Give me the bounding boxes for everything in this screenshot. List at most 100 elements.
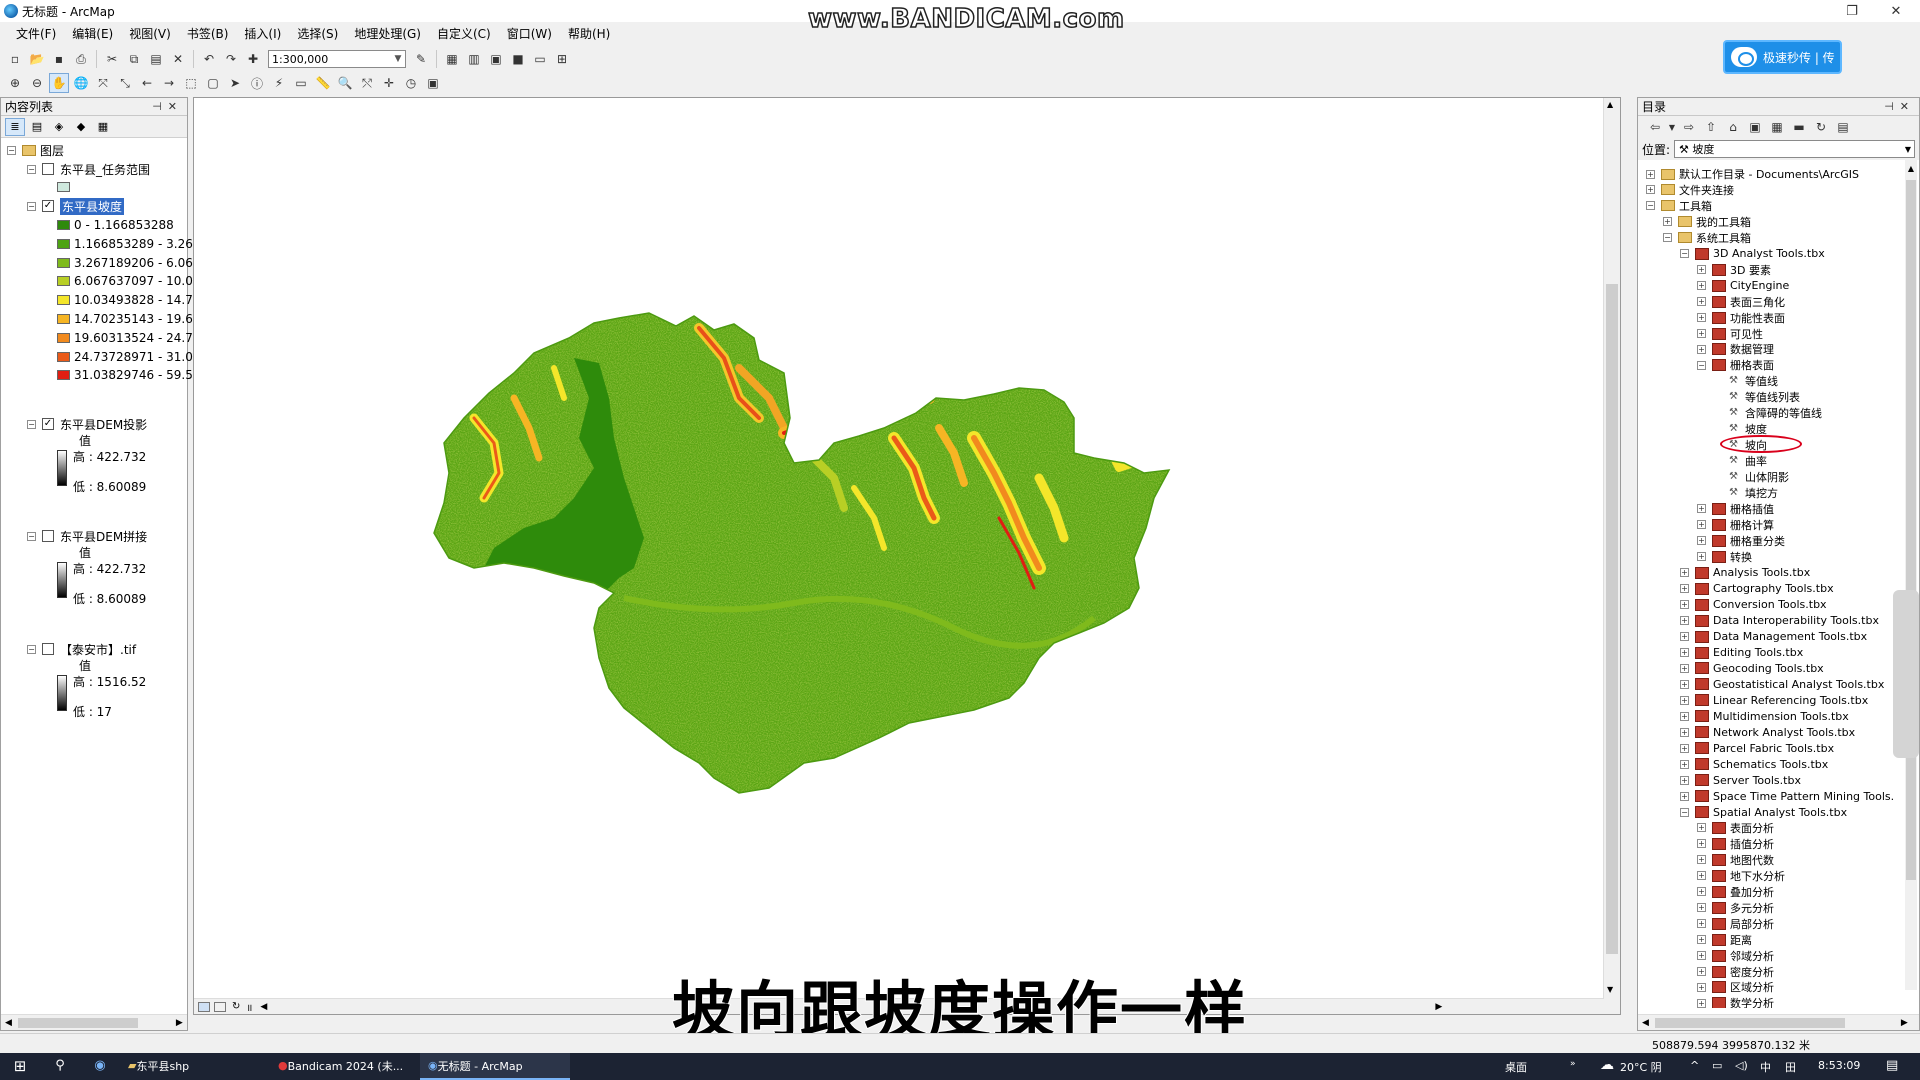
catalog-horizontal-scrollbar[interactable]: ◀ ▶ <box>1638 1014 1919 1030</box>
expand-icon[interactable]: + <box>1697 967 1706 976</box>
collapse-icon[interactable]: − <box>1697 360 1706 370</box>
map-view[interactable]: ▲ ▼ ↻ ॥ ◀ ▶ <box>193 97 1621 1015</box>
collapse-icon[interactable]: − <box>27 644 36 654</box>
catalog-item[interactable]: + Cartography Tools.tbx <box>1680 581 1834 597</box>
restore-button[interactable]: ❐ <box>1830 0 1874 22</box>
expand-icon[interactable]: + <box>1680 711 1689 721</box>
expand-icon[interactable]: + <box>1697 297 1706 307</box>
catalog-vertical-scrollbar[interactable]: ▲ <box>1905 160 1917 990</box>
collapse-icon[interactable]: − <box>7 145 16 155</box>
chevron-down-icon[interactable]: ▼ <box>1667 117 1677 137</box>
catalog-item[interactable]: ⚒ 等值线 <box>1714 373 1778 389</box>
expand-icon[interactable]: + <box>1680 679 1689 689</box>
menu-item-1[interactable]: 编辑(E) <box>64 23 121 45</box>
catalog-item[interactable]: + 数学分析 <box>1697 995 1774 1008</box>
catalog-item[interactable]: + Conversion Tools.tbx <box>1680 597 1827 613</box>
menu-item-0[interactable]: 文件(F) <box>8 23 64 45</box>
expand-icon[interactable]: + <box>1680 663 1689 673</box>
expand-icon[interactable]: + <box>1697 887 1706 897</box>
expand-icon[interactable]: + <box>1680 616 1689 626</box>
toc-layer-dem-mosaic[interactable]: − 东平县DEM拼接 <box>27 528 147 544</box>
zoom-out-icon[interactable]: ⊖ <box>27 73 47 93</box>
tray-arrow-icon[interactable]: ^ <box>1690 1059 1699 1072</box>
catalog-item[interactable]: − 系统工具箱 <box>1663 230 1751 246</box>
list-by-selection-icon[interactable]: ◆ <box>71 118 91 136</box>
slope-class-1[interactable]: 1.166853289 - 3.267 <box>57 236 200 252</box>
options-icon[interactable]: ▦ <box>93 118 113 136</box>
catalog-item[interactable]: + Geocoding Tools.tbx <box>1680 660 1824 676</box>
expand-icon[interactable]: + <box>1680 791 1689 801</box>
catalog-item[interactable]: − 3D Analyst Tools.tbx <box>1680 246 1825 262</box>
catalog-item[interactable]: + Parcel Fabric Tools.tbx <box>1680 740 1834 756</box>
expand-icon[interactable]: + <box>1680 775 1689 785</box>
taskbar-app-2[interactable]: ◉ 无标题 - ArcMap <box>420 1053 570 1080</box>
layer-visibility-checkbox[interactable]: ✓ <box>42 200 54 212</box>
catalog-item[interactable]: + Geostatistical Analyst Tools.tbx <box>1680 676 1884 692</box>
catalog-item[interactable]: + Data Management Tools.tbx <box>1680 629 1867 645</box>
expand-icon[interactable]: + <box>1697 520 1706 530</box>
catalog-item[interactable]: − 栅格表面 <box>1697 357 1774 373</box>
catalog-item[interactable]: + 转换 <box>1697 549 1752 565</box>
connect-folder-icon[interactable]: ▣ <box>1745 117 1765 137</box>
catalog-item[interactable]: + 地下水分析 <box>1697 868 1785 884</box>
list-by-source-icon[interactable]: ▤ <box>27 118 47 136</box>
expand-icon[interactable]: + <box>1697 344 1706 354</box>
slope-class-8[interactable]: 31.03829746 - 59.50 <box>57 367 200 383</box>
list-by-visibility-icon[interactable]: ◈ <box>49 118 69 136</box>
pin-close-icon[interactable]: ⊣✕ <box>152 100 187 113</box>
menu-item-6[interactable]: 地理处理(G) <box>346 23 429 45</box>
floating-side-widget[interactable] <box>1893 590 1919 758</box>
list-by-drawing-order-icon[interactable]: ≣ <box>5 117 25 136</box>
html-popup-icon[interactable]: ▭ <box>291 73 311 93</box>
catalog-item[interactable]: + 栅格重分类 <box>1697 533 1785 549</box>
catalog-item[interactable]: + 栅格插值 <box>1697 501 1774 517</box>
catalog-item[interactable]: + 插值分析 <box>1697 836 1774 852</box>
layer-visibility-checkbox[interactable]: ✓ <box>42 418 54 430</box>
measure-icon[interactable]: 📏 <box>313 73 333 93</box>
expand-icon[interactable]: + <box>1680 759 1689 769</box>
map-scale-select[interactable]: 1:300,000 ▼ <box>268 50 406 68</box>
expand-icon[interactable]: + <box>1697 823 1706 833</box>
catalog-item[interactable]: ⚒ 填挖方 <box>1714 485 1778 501</box>
collapse-icon[interactable]: − <box>27 419 36 429</box>
quick-upload-button[interactable]: 极速秒传 | 传 <box>1723 40 1842 74</box>
zoom-in-icon[interactable]: ⊕ <box>5 73 25 93</box>
fixed-zoom-out-icon[interactable]: ⤡ <box>115 73 135 93</box>
catalog-item[interactable]: ⚒ 曲率 <box>1714 453 1767 469</box>
collapse-icon[interactable]: − <box>1646 201 1655 211</box>
catalog-item[interactable]: + 栅格计算 <box>1697 517 1774 533</box>
slope-class-6[interactable]: 19.60313524 - 24.73 <box>57 330 200 346</box>
collapse-icon[interactable]: − <box>1663 233 1672 243</box>
toc-layer-slope[interactable]: − ✓ 东平县坡度 <box>27 197 125 215</box>
menu-item-5[interactable]: 选择(S) <box>289 23 346 45</box>
pan-icon[interactable]: ✋ <box>49 73 69 93</box>
close-button[interactable]: ✕ <box>1874 0 1918 22</box>
expand-icon[interactable]: + <box>1697 951 1706 961</box>
scroll-thumb[interactable] <box>1606 284 1618 954</box>
chevron-up-icon[interactable]: » <box>1570 1059 1576 1069</box>
expand-icon[interactable]: + <box>1697 281 1706 291</box>
search-window-icon[interactable]: ▣ <box>486 49 506 69</box>
toc-root-layers[interactable]: − 图层 <box>7 142 64 158</box>
copy-icon[interactable]: ⧉ <box>124 49 144 69</box>
print-icon[interactable]: ⎙ <box>71 49 91 69</box>
clear-selection-icon[interactable]: ▢ <box>203 73 223 93</box>
notification-icon[interactable]: ▤ <box>1886 1058 1898 1073</box>
catalog-item[interactable]: + 数据管理 <box>1697 341 1774 357</box>
catalog-item[interactable]: + 功能性表面 <box>1697 310 1785 326</box>
scroll-thumb[interactable] <box>1654 1017 1845 1028</box>
slope-class-2[interactable]: 3.267189206 - 6.067 <box>57 255 200 271</box>
go-to-xy-icon[interactable]: ✛ <box>379 73 399 93</box>
menu-item-3[interactable]: 书签(B) <box>179 23 237 45</box>
save-icon[interactable]: ▪ <box>49 49 69 69</box>
catalog-item[interactable]: + Network Analyst Tools.tbx <box>1680 724 1855 740</box>
catalog-item[interactable]: + Schematics Tools.tbx <box>1680 756 1828 772</box>
catalog-item[interactable]: + 地图代数 <box>1697 852 1774 868</box>
layer-visibility-checkbox[interactable] <box>42 530 54 542</box>
menu-item-4[interactable]: 插入(I) <box>236 23 289 45</box>
network-icon[interactable]: ▭ <box>1712 1059 1722 1072</box>
redo-icon[interactable]: ↷ <box>221 49 241 69</box>
expand-icon[interactable]: + <box>1697 855 1706 865</box>
scroll-left-icon[interactable]: ◀ <box>1638 1018 1649 1028</box>
editor-icon[interactable]: ✎ <box>411 49 431 69</box>
